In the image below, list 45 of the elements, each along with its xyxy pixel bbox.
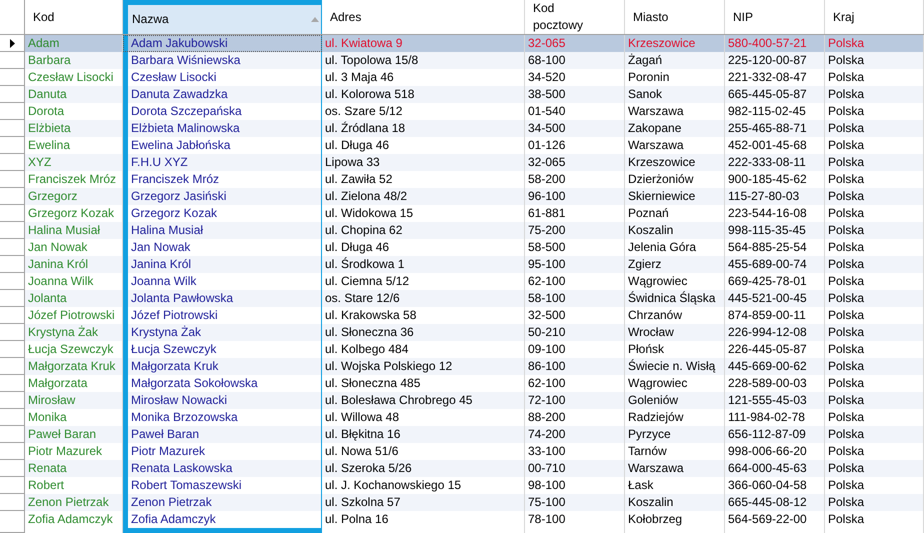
table-row[interactable]: Janina Król Janina Król ul. Środkowa 1 95-100 Zgierz 455-689-00-74 Polska <box>0 256 924 273</box>
column-header[interactable]: Kraj <box>825 0 924 34</box>
table-cell: 564-569-22-00 <box>725 511 825 533</box>
table-cell: Polska <box>825 511 924 533</box>
table-row[interactable]: Łucja Szewczyk Łucja Szewczyk ul. Kolbego 484 09-100 Płońsk 226-445-05-87 Polska <box>0 341 924 358</box>
table-row[interactable]: XYZ F.H.U XYZ Lipowa 33 32-065 Krzeszowice 222-333-08-11 Polska <box>0 154 924 171</box>
table-row[interactable]: Joanna Wilk Joanna Wilk ul. Ciemna 5/12 62-100 Wągrowiec 669-425-78-01 Polska <box>0 273 924 290</box>
column-header[interactable]: Adres <box>322 0 525 34</box>
table-row[interactable]: Danuta Danuta Zawadzka ul. Kolorowa 518 38-500 Sanok 665-445-05-87 Polska <box>0 86 924 103</box>
column-header[interactable]: Nazwa <box>123 0 322 34</box>
table-row[interactable]: Robert Robert Tomaszewski ul. J. Kochanowskiego 15 98-100 Łask 366-060-04-58 Polska <box>0 477 924 494</box>
table-cell: ul. Polna 16 <box>322 511 525 533</box>
table-row[interactable]: Ewelina Ewelina Jabłońska ul. Długa 46 01-126 Warszawa 452-001-45-68 Polska <box>0 137 924 154</box>
table-row[interactable]: Grzegorz Kozak Grzegorz Kozak ul. Widokowa 15 61-881 Poznań 223-544-16-08 Polska <box>0 205 924 222</box>
table-row[interactable]: Zenon Pietrzak Zenon Pietrzak ul. Szkolna 57 75-100 Koszalin 665-445-08-12 Polska <box>0 494 924 511</box>
column-header[interactable]: Miasto <box>625 0 725 34</box>
table-row[interactable]: Małgorzata Małgorzata Sokołowska ul. Słoneczna 485 62-100 Wągrowiec 228-589-00-03 Polska <box>0 375 924 392</box>
column-header[interactable]: Kod pocztowy <box>525 0 625 34</box>
table-row[interactable]: Józef Piotrowski Józef Piotrowski ul. Krakowska 58 32-500 Chrzanów 874-859-00-11 Polska <box>0 307 924 324</box>
table-row[interactable]: Renata Renata Laskowska ul. Szeroka 5/26 00-710 Warszawa 664-000-45-63 Polska <box>0 460 924 477</box>
column-header[interactable]: NIP <box>725 0 825 34</box>
row-header[interactable] <box>0 35 25 52</box>
table-row[interactable]: Piotr Mazurek Piotr Mazurek ul. Nowa 51/6 33-100 Tarnów 998-006-66-20 Polska <box>0 443 924 460</box>
table-row[interactable]: Franciszek Mróz Franciszek Mróz ul. Zawiła 52 58-200 Dzierżoniów 900-185-45-62 Polska <box>0 171 924 188</box>
table-cell: Zofia Adamczyk <box>25 511 123 533</box>
table-row[interactable]: Monika Monika Brzozowska ul. Willowa 48 88-200 Radziejów 111-984-02-78 Polska <box>0 409 924 426</box>
table-row[interactable]: Jan Nowak Jan Nowak ul. Długa 46 58-500 Jelenia Góra 564-885-25-54 Polska <box>0 239 924 256</box>
table-row[interactable]: Zofia Adamczyk Zofia Adamczyk ul. Polna 16 78-100 Kołobrzeg 564-569-22-00 Polska <box>0 511 924 533</box>
table-row[interactable]: Grzegorz Grzegorz Jasiński ul. Zielona 48/2 96-100 Skierniewice 115-27-80-03 Polska <box>0 188 924 205</box>
table-row[interactable]: Mirosław Mirosław Nowacki ul. Bolesława Chrobrego 45 72-100 Goleniów 121-555-45-03 Polska <box>0 392 924 409</box>
table-row[interactable]: Elżbieta Elżbieta Malinowska ul. Źródlana 18 34-500 Zakopane 255-465-88-71 Polska <box>0 120 924 137</box>
table-row[interactable]: Dorota Dorota Szczepańska os. Szare 5/12 01-540 Warszawa 982-115-02-45 Polska <box>0 103 924 120</box>
table-cell: Kołobrzeg <box>625 511 725 533</box>
table-row[interactable]: Adam Adam Jakubowski ul. Kwiatowa 9 32-065 Krzeszowice 580-400-57-21 Polska <box>0 35 924 52</box>
sort-ascending-icon <box>311 17 319 22</box>
table-row[interactable]: Małgorzata Kruk Małgorzata Kruk ul. Wojska Polskiego 12 86-100 Świecie n. Wisłą 445-669-00-62 Polska <box>0 358 924 375</box>
table-row[interactable]: Barbara Barbara Wiśniewska ul. Topolowa 15/8 68-100 Żagań 225-120-00-87 Polska <box>0 52 924 69</box>
current-row-icon <box>10 38 14 48</box>
table-row[interactable]: Halina Musiał Halina Musiał ul. Chopina 62 75-200 Koszalin 998-115-35-45 Polska <box>0 222 924 239</box>
table-cell: 78-100 <box>525 511 625 533</box>
table-row[interactable]: Paweł Baran Paweł Baran ul. Błękitna 16 74-200 Pyrzyce 656-112-87-09 Polska <box>0 426 924 443</box>
table-row[interactable]: Czesław Lisocki Czesław Lisocki ul. 3 Maja 46 34-520 Poronin 221-332-08-47 Polska <box>0 69 924 86</box>
table-row[interactable]: Krystyna Żak Krystyna Żak ul. Słoneczna 36 50-210 Wrocław 226-994-12-08 Polska <box>0 324 924 341</box>
table-row[interactable]: Jolanta Jolanta Pawłowska os. Stare 12/6 58-100 Świdnica Śląska 445-521-00-45 Polska <box>0 290 924 307</box>
table-cell: Zofia Adamczyk <box>123 511 322 533</box>
